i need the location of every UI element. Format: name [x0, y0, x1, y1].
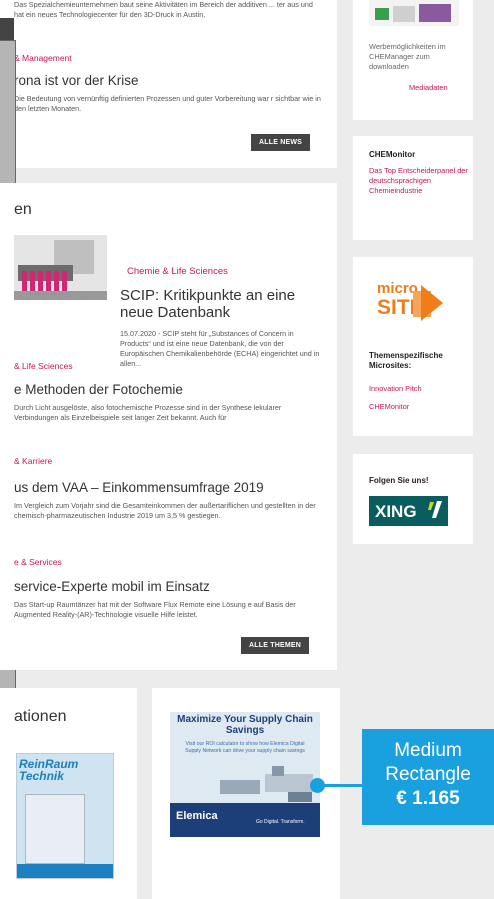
microsite-link-innovation-pitch[interactable]: Innovation Pitch [369, 384, 422, 394]
chemonitor-title: CHEMonitor [369, 150, 416, 159]
featured-text: 15.07.2020 - SCIP steht für „Substances … [120, 329, 320, 368]
microsite-arrow-icon [413, 285, 443, 321]
media-thumb-block [375, 8, 389, 20]
xing-icon [428, 501, 442, 518]
themen-item-text: Durch Licht ausgelöste, also fotochemisc… [14, 403, 282, 422]
media-thumb-block [419, 4, 451, 22]
ad-banner[interactable]: Maximize Your Supply Chain Savings Visit… [170, 712, 320, 837]
sidebar-follow-box: Folgen Sie uns! XING [353, 454, 473, 544]
microsite-link-chemonitor[interactable]: CHEMonitor [369, 402, 409, 412]
all-themes-button[interactable]: ALLE THEMEN [241, 637, 309, 654]
xing-label: XING [375, 502, 417, 521]
publications-card: ationen ReinRaum Technik [0, 688, 137, 899]
themen-card: en Chemie & Life Sciences SCIP: Kritikpu… [0, 183, 337, 670]
ad-tagline: Go Digital. Transform. [256, 819, 305, 825]
themen-item-text: Das Start-up Raumtänzer hat mit der Soft… [14, 600, 296, 619]
themen-item-title[interactable]: service-Experte mobil im Einsatz [14, 578, 210, 595]
ad-subtext: Visit our ROI calculator to show how Ele… [185, 741, 305, 754]
ad-headline: Maximize Your Supply Chain Savings [177, 714, 313, 736]
media-thumbnail[interactable] [369, 0, 459, 26]
callout-line1: Medium [394, 740, 462, 761]
news-item-category[interactable]: & Management [14, 53, 72, 63]
featured-image[interactable] [14, 235, 107, 300]
microsite-logo[interactable]: micro SITE [369, 277, 443, 335]
callout-pointer-line [323, 784, 363, 787]
ad-card: Maximize Your Supply Chain Savings Visit… [152, 688, 340, 899]
lab-tubes-image [14, 235, 107, 300]
themen-item-category[interactable]: & Karriere [14, 456, 52, 466]
callout-line2: Rectangle [385, 764, 471, 785]
themen-item-category[interactable]: e & Services [14, 557, 62, 567]
magazine-title: ReinRaum Technik [19, 757, 79, 783]
magazine-cover-band [17, 864, 113, 878]
news-card: Das Spezialchemieunternehmen baut seine … [0, 0, 337, 168]
themen-item-text: Im Vergleich zum Vorjahr sind die Gesamt… [14, 501, 316, 520]
news-item-text: Die Bedeutung von vernünftig definierten… [14, 94, 321, 113]
themen-item-category[interactable]: & Life Sciences [14, 361, 73, 371]
news-item-title[interactable]: rona ist vor der Krise [14, 72, 139, 89]
media-thumb-block [393, 6, 415, 22]
featured-title[interactable]: SCIP: Kritikpunkte an eine neue Datenban… [120, 287, 325, 321]
chemonitor-link[interactable]: Das Top Entscheiderpanel der deutschspra… [369, 166, 469, 196]
medium-rectangle-callout: Medium Rectangle € 1.165 [362, 729, 494, 825]
publications-heading: ationen [14, 708, 67, 725]
callout-price: € 1.165 [396, 788, 460, 809]
follow-title: Folgen Sie uns! [369, 476, 429, 485]
microsite-logo-top: micro [377, 280, 418, 297]
mediadaten-link[interactable]: Mediadaten [409, 83, 448, 93]
overlay-panel-cap [0, 18, 14, 40]
ad-footer: Elemica Go Digital. Transform. [170, 803, 320, 837]
ad-brand: Elemica [176, 810, 218, 822]
xing-button[interactable]: XING [369, 496, 448, 526]
themen-item-title[interactable]: us dem VAA – Einkommensumfrage 2019 [14, 479, 264, 496]
magazine-cover[interactable]: ReinRaum Technik [16, 753, 114, 879]
magazine-cover-image [25, 794, 85, 864]
sidebar-media-box: Werbemöglichkeiten im CHEManager zum dow… [353, 0, 473, 120]
themen-item-title[interactable]: e Methoden der Fotochemie [14, 381, 183, 398]
themen-heading: en [14, 201, 32, 218]
all-news-button[interactable]: ALLE NEWS [251, 134, 311, 151]
microsite-title: Themenspezifische Microsites: [369, 351, 443, 370]
featured-category[interactable]: Chemie & Life Sciences [127, 266, 228, 277]
sidebar-chemonitor-box: CHEMonitor Das Top Entscheiderpanel der … [353, 136, 473, 240]
supply-chain-illustration [220, 766, 313, 802]
media-text: Werbemöglichkeiten im CHEManager zum dow… [369, 42, 446, 71]
sidebar-microsite-box: micro SITE Themenspezifische Microsites:… [353, 257, 473, 436]
news-intro-text: Das Spezialchemieunternehmen baut seine … [14, 0, 313, 19]
